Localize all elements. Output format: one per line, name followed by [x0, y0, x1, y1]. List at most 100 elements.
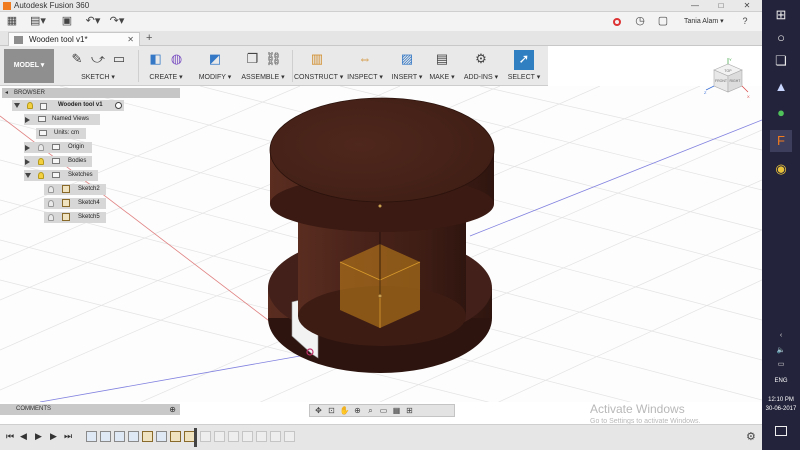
browser-item-sketch2[interactable]: Sketch2	[44, 184, 106, 195]
select-menu[interactable]: SELECT ▾	[504, 73, 544, 81]
maximize-button[interactable]: □	[708, 0, 734, 12]
visibility-bulb-icon[interactable]	[38, 172, 44, 179]
step-back-icon[interactable]: ◀	[20, 431, 27, 442]
file-menu-icon[interactable]: ▤▾	[30, 15, 46, 28]
press-pull-icon[interactable]: ◩	[206, 50, 224, 68]
add-ins-group[interactable]: ⚙ ADD-INS ▾	[462, 46, 500, 86]
collapse-arrow-icon[interactable]: ◂	[5, 88, 8, 98]
insert-menu[interactable]: INSERT ▾	[390, 73, 424, 81]
play-icon[interactable]: ▶	[35, 431, 42, 442]
visibility-bulb-icon[interactable]	[48, 214, 54, 221]
app-pinned-icon[interactable]: ●	[770, 102, 792, 124]
browser-item-origin[interactable]: Origin	[24, 142, 92, 153]
new-component-icon[interactable]: ❐	[244, 50, 262, 68]
expand-triangle-icon[interactable]	[25, 159, 30, 165]
timeline-feature[interactable]	[114, 431, 125, 442]
close-tab-button[interactable]: ✕	[127, 33, 134, 46]
action-center-icon[interactable]	[775, 426, 787, 436]
form-sphere-icon[interactable]: ◍	[168, 50, 186, 68]
make-group[interactable]: ▤ MAKE ▾	[426, 46, 458, 86]
app-pinned-icon[interactable]: ▲	[770, 76, 792, 98]
new-tab-button[interactable]: +	[146, 32, 152, 44]
create-menu[interactable]: CREATE ▾	[142, 73, 190, 81]
assemble-group[interactable]: ❐ ⛓ ASSEMBLE ▾	[238, 46, 288, 86]
fusion360-taskbar-icon[interactable]: F	[770, 130, 792, 152]
browser-item-sketch5[interactable]: Sketch5	[44, 212, 106, 223]
timeline-suppressed-feature[interactable]	[228, 431, 239, 442]
rectangle-tool-icon[interactable]: ▭	[110, 50, 128, 68]
browser-header[interactable]: ◂ BROWSER	[2, 88, 180, 98]
select-arrow-icon[interactable]: ➚	[514, 50, 534, 70]
timeline-feature[interactable]	[100, 431, 111, 442]
viewcube[interactable]: TOP FRONT RIGHT Z X Y	[700, 56, 752, 106]
document-tab[interactable]: Wooden tool v1* ✕	[8, 32, 140, 46]
browser-item-bodies[interactable]: Bodies	[24, 156, 92, 167]
go-to-end-icon[interactable]: ⏭	[64, 431, 72, 442]
browser-item-named-views[interactable]: Named Views	[24, 114, 100, 125]
line-tool-icon[interactable]: ⤻	[89, 50, 107, 68]
collapse-triangle-icon[interactable]	[25, 173, 31, 178]
user-account-menu[interactable]: Tania Alam ▾	[684, 17, 724, 25]
expand-triangle-icon[interactable]	[25, 117, 30, 123]
measure-icon[interactable]: ⇔	[356, 50, 374, 68]
timeline-suppressed-feature[interactable]	[214, 431, 225, 442]
timeline-suppressed-feature[interactable]	[284, 431, 295, 442]
notification-icon[interactable]: ▢	[657, 15, 669, 28]
timeline-suppressed-feature[interactable]	[270, 431, 281, 442]
assemble-menu[interactable]: ASSEMBLE ▾	[238, 73, 288, 81]
display-settings-icon[interactable]: ▭	[378, 406, 389, 415]
minimize-button[interactable]: —	[682, 0, 708, 12]
insert-group[interactable]: ▨ INSERT ▾	[390, 46, 424, 86]
tray-chevron-icon[interactable]: ‹	[762, 332, 800, 339]
save-icon[interactable]: ▣	[60, 15, 74, 28]
orbit-icon[interactable]: ✥	[313, 406, 324, 415]
grid-settings-icon[interactable]: ▦	[391, 406, 402, 415]
construct-group[interactable]: ▥ CONSTRUCT ▾	[294, 46, 343, 86]
construct-menu[interactable]: CONSTRUCT ▾	[294, 73, 343, 81]
timeline-sketch[interactable]	[142, 431, 153, 442]
comments-panel[interactable]: COMMENTS ⊕	[0, 404, 180, 415]
modify-menu[interactable]: MODIFY ▾	[196, 73, 234, 81]
add-comment-icon[interactable]: ⊕	[169, 404, 176, 415]
go-to-start-icon[interactable]: ⏮	[6, 431, 14, 442]
clock-date[interactable]: 30-06-2017	[762, 406, 800, 412]
volume-icon[interactable]: 🔈	[762, 346, 800, 354]
redo-icon[interactable]: ↷▾	[108, 15, 126, 28]
visibility-bulb-icon[interactable]	[48, 186, 54, 193]
timeline-suppressed-feature[interactable]	[242, 431, 253, 442]
close-window-button[interactable]: ✕	[734, 0, 760, 12]
sketch-menu[interactable]: SKETCH ▾	[62, 73, 134, 81]
browser-item-units[interactable]: Units: cm	[36, 128, 86, 139]
task-view-icon[interactable]: ❏	[770, 50, 792, 72]
timeline-feature[interactable]	[156, 431, 167, 442]
start-button-icon[interactable]: ⊞	[770, 4, 792, 26]
add-ins-menu[interactable]: ADD-INS ▾	[462, 73, 500, 81]
timeline-feature[interactable]	[128, 431, 139, 442]
timeline-marker[interactable]	[194, 428, 197, 447]
battery-icon[interactable]: ▭	[762, 360, 800, 368]
visibility-bulb-icon[interactable]	[38, 158, 44, 165]
workspace-switcher[interactable]: MODEL ▾	[4, 49, 54, 83]
timeline-sketch[interactable]	[170, 431, 181, 442]
clock-time[interactable]: 12:10 PM	[762, 397, 800, 403]
fit-icon[interactable]: ⌕	[365, 406, 376, 416]
3d-print-icon[interactable]: ▤	[433, 50, 451, 68]
visibility-bulb-icon[interactable]	[38, 144, 44, 151]
scripts-addins-icon[interactable]: ⚙	[472, 50, 490, 68]
timeline-feature[interactable]	[86, 431, 97, 442]
joint-icon[interactable]: ⛓	[265, 50, 283, 68]
sketch-group[interactable]: ✎ ⤻ ▭ SKETCH ▾	[62, 46, 134, 86]
timeline-suppressed-feature[interactable]	[200, 431, 211, 442]
step-forward-icon[interactable]: ▶	[50, 431, 57, 442]
timeline-suppressed-feature[interactable]	[256, 431, 267, 442]
inspect-group[interactable]: ⇔ INSPECT ▾	[344, 46, 386, 86]
visibility-bulb-icon[interactable]	[48, 200, 54, 207]
activate-radio-icon[interactable]	[115, 102, 122, 109]
job-status-icon[interactable]	[613, 18, 621, 26]
make-menu[interactable]: MAKE ▾	[426, 73, 458, 81]
offset-plane-icon[interactable]: ▥	[308, 50, 326, 68]
insert-image-icon[interactable]: ▨	[398, 50, 416, 68]
collapse-triangle-icon[interactable]	[14, 103, 20, 108]
top-cap-face[interactable]	[270, 98, 494, 202]
zoom-icon[interactable]: ⊕	[352, 406, 363, 415]
